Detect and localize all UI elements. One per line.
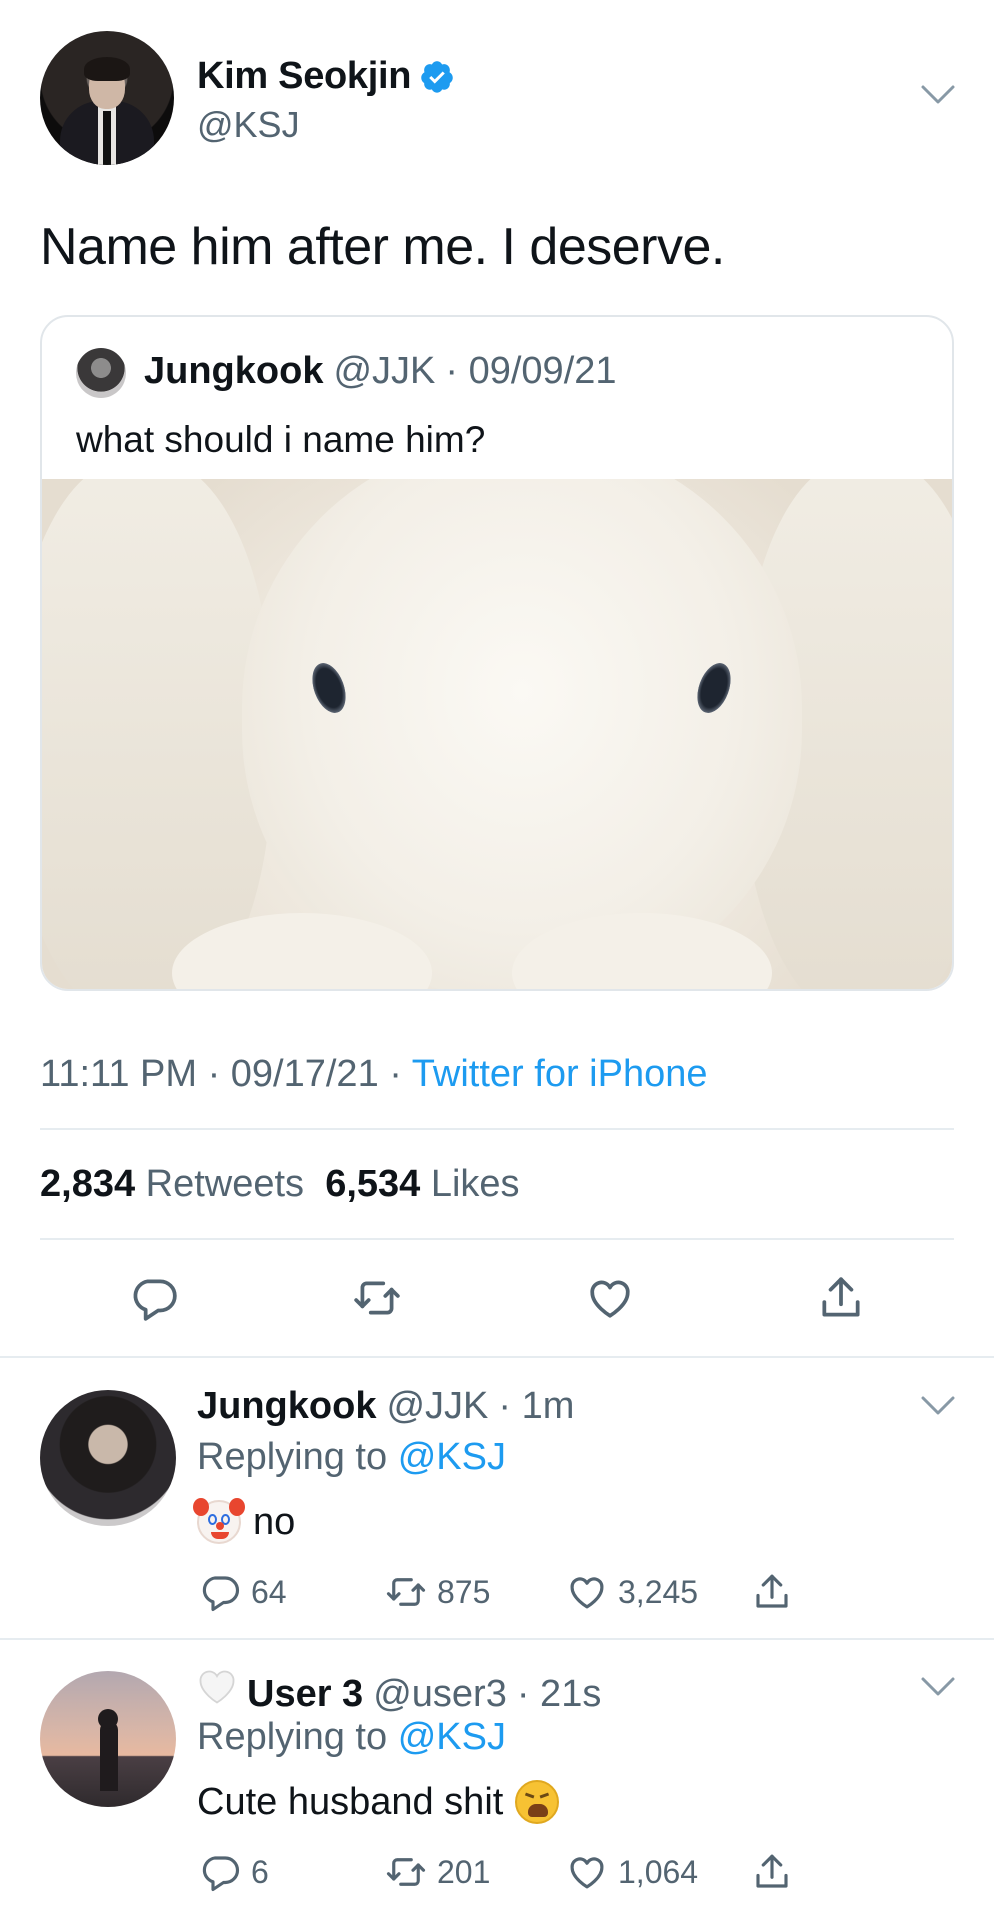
replying-to: Replying to @KSJ (197, 1716, 506, 1759)
share-icon[interactable] (816, 1273, 866, 1323)
retweet-button[interactable]: 201 (385, 1851, 490, 1893)
share-icon[interactable] (751, 1571, 793, 1613)
retweets-count[interactable]: 2,834 (40, 1163, 135, 1205)
verified-badge-icon (421, 60, 453, 93)
like-count: 3,245 (618, 1573, 699, 1610)
reply-author-avatar[interactable] (40, 1390, 176, 1526)
clown-face-icon (193, 1498, 245, 1544)
retweet-icon[interactable] (385, 1851, 427, 1893)
reply-header: User 3 @user3 · 21s (197, 1666, 601, 1716)
quoted-tweet-header: Jungkook @JJK · 09/09/21 (144, 350, 617, 393)
author-avatar[interactable] (40, 31, 174, 165)
reply-icon[interactable] (199, 1851, 241, 1893)
reply-button[interactable]: 64 (199, 1571, 287, 1613)
replying-label: Replying to (197, 1436, 388, 1478)
reply-count: 6 (251, 1853, 269, 1890)
reply-header: Jungkook @JJK · 1m (197, 1385, 574, 1428)
reply-count: 64 (251, 1573, 287, 1610)
divider (0, 1638, 994, 1640)
author-name[interactable]: Kim Seokjin (197, 55, 455, 98)
retweet-count: 201 (437, 1853, 491, 1890)
like-icon[interactable] (585, 1273, 635, 1323)
quoted-author-avatar (76, 348, 126, 398)
tweet-time: 11:11 PM · 09/17/21 · (40, 1053, 402, 1095)
quoted-tweet-card[interactable]: Jungkook @JJK · 09/09/21 what should i n… (40, 315, 954, 991)
reply-author-name[interactable]: Jungkook (197, 1385, 376, 1428)
reply-button[interactable]: 6 (199, 1851, 269, 1893)
author-handle[interactable]: @KSJ (197, 104, 300, 146)
reply-text: no (253, 1500, 296, 1543)
like-icon[interactable] (566, 1571, 608, 1613)
retweets-label[interactable]: Retweets (146, 1163, 304, 1205)
reply-author-handle[interactable]: @JJK (386, 1385, 488, 1428)
weary-face-icon (515, 1780, 560, 1824)
like-button[interactable]: 3,245 (566, 1571, 698, 1613)
author-name-text[interactable]: Kim Seokjin (197, 55, 412, 98)
tweet-stats: 2,834 Retweets 6,534 Likes (40, 1163, 520, 1206)
quoted-tweet-text: what should i name him? (76, 419, 486, 460)
divider (40, 1238, 954, 1240)
divider (40, 1128, 954, 1130)
replying-to: Replying to @KSJ (197, 1436, 506, 1479)
share-icon[interactable] (751, 1851, 793, 1893)
reply-author-handle[interactable]: @user3 (373, 1673, 507, 1716)
chevron-down-icon[interactable] (920, 84, 956, 106)
retweet-icon[interactable] (385, 1571, 427, 1613)
like-icon[interactable] (566, 1851, 608, 1893)
reply-time: · 1m (498, 1385, 575, 1427)
like-count: 1,064 (618, 1853, 699, 1890)
quoted-author-handle: @JJK (333, 350, 436, 392)
white-heart-icon (197, 1666, 237, 1706)
reply-time: · 21s (516, 1673, 602, 1715)
likes-count[interactable]: 6,534 (325, 1163, 420, 1205)
tweet-timestamp: 11:11 PM · 09/17/21 · Twitter for iPhone (40, 1053, 707, 1096)
reply-icon[interactable] (129, 1273, 179, 1323)
reply-icon[interactable] (199, 1571, 241, 1613)
like-button[interactable]: 1,064 (566, 1851, 698, 1893)
reply-text-row: Cute husband shit (197, 1780, 560, 1824)
reply-text: Cute husband shit (197, 1780, 504, 1823)
tweet-text: Name him after me. I deserve. (40, 218, 725, 276)
reply-author-name[interactable]: User 3 (247, 1673, 363, 1716)
retweet-icon[interactable] (352, 1273, 402, 1323)
quoted-tweet-date: · 09/09/21 (445, 350, 617, 392)
reply-author-avatar[interactable] (40, 1671, 176, 1807)
replying-to-handle[interactable]: @KSJ (398, 1436, 506, 1478)
likes-label[interactable]: Likes (431, 1163, 520, 1205)
chevron-down-icon[interactable] (920, 1676, 956, 1698)
divider (0, 1356, 994, 1358)
reply-text-row: no (193, 1498, 296, 1544)
quoted-author-name: Jungkook (144, 350, 324, 392)
retweet-button[interactable]: 875 (385, 1571, 490, 1613)
chevron-down-icon[interactable] (920, 1395, 956, 1417)
retweet-count: 875 (437, 1573, 491, 1610)
quoted-tweet-image[interactable] (42, 479, 952, 989)
replying-label: Replying to (197, 1716, 388, 1758)
replying-to-handle[interactable]: @KSJ (398, 1716, 506, 1758)
tweet-source-link[interactable]: Twitter for iPhone (412, 1053, 708, 1095)
